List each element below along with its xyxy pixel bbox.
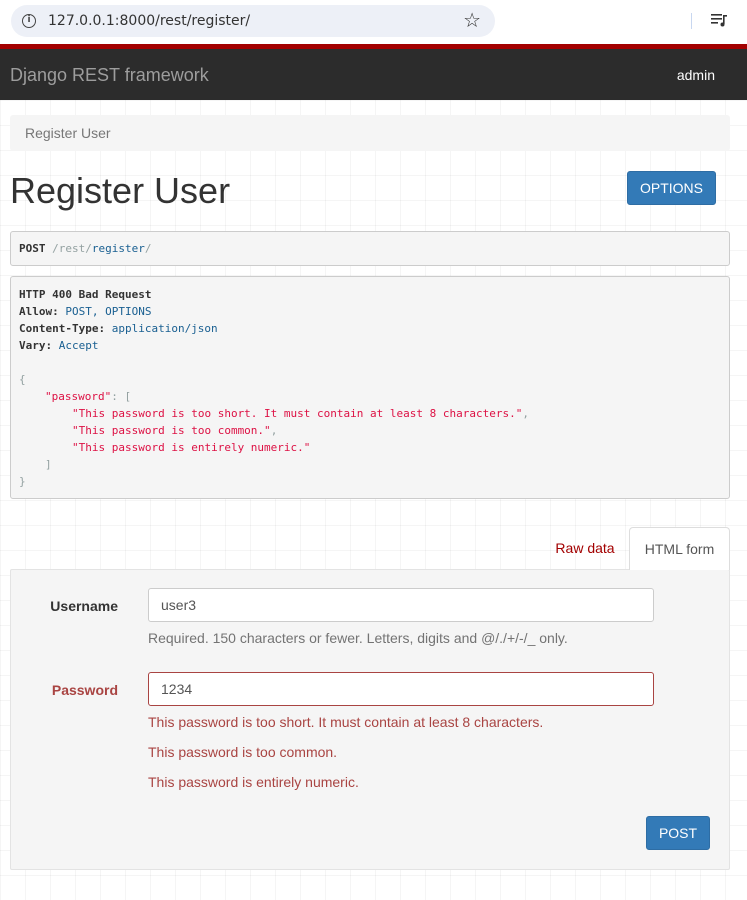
request-info: POST /rest/register/: [10, 231, 730, 266]
navbar: Django REST framework admin: [0, 49, 747, 100]
info-icon[interactable]: i: [22, 14, 36, 28]
response-info: HTTP 400 Bad Request Allow: POST, OPTION…: [10, 276, 730, 499]
request-path-suffix: /: [144, 242, 152, 255]
allow-header-value: POST, OPTIONS: [58, 305, 152, 318]
json-key-separator: : [: [111, 390, 132, 403]
json-comma-2: ,: [270, 424, 278, 437]
user-menu[interactable]: admin: [677, 67, 715, 83]
allow-header-label: Allow:: [19, 305, 59, 318]
username-help-text: Required. 150 characters or fewer. Lette…: [148, 630, 568, 646]
page-title: Register User: [10, 170, 231, 211]
vary-header-label: Vary:: [19, 339, 53, 352]
breadcrumb: Register User: [10, 115, 730, 151]
password-error-2: This password is too common.: [148, 744, 338, 760]
json-close-brace: }: [19, 475, 26, 488]
vary-header-value: Accept: [52, 339, 99, 352]
username-label: Username: [50, 598, 118, 614]
username-input[interactable]: user3: [148, 588, 654, 622]
json-comma-1: ,: [522, 407, 529, 420]
json-error-3: "This password is entirely numeric.": [72, 441, 311, 454]
json-error-1: "This password is too short. It must con…: [72, 407, 523, 420]
password-error-1: This password is too short. It must cont…: [148, 714, 544, 730]
password-input[interactable]: 1234: [148, 672, 654, 706]
request-path-link[interactable]: register: [92, 242, 145, 255]
navbar-brand[interactable]: Django REST framework: [10, 65, 209, 86]
json-open-brace: {: [19, 373, 26, 386]
post-button[interactable]: POST: [646, 816, 710, 850]
json-password-key: "password": [45, 390, 112, 403]
password-label: Password: [51, 682, 118, 698]
options-button[interactable]: OPTIONS: [627, 171, 716, 205]
tab-html-form[interactable]: HTML form: [629, 527, 730, 570]
playlist-icon[interactable]: [710, 12, 728, 28]
browser-toolbar: i 127.0.0.1:8000/rest/register/ ☆: [0, 0, 747, 44]
breadcrumb-current: Register User: [25, 125, 111, 141]
request-path-prefix: /rest/: [45, 242, 92, 255]
response-status: HTTP 400 Bad Request: [19, 288, 152, 301]
json-close-bracket: ]: [45, 458, 52, 471]
password-error-3: This password is entirely numeric.: [148, 774, 359, 790]
toolbar-divider: [691, 13, 692, 29]
content-type-header-label: Content-Type:: [19, 322, 106, 335]
url-text[interactable]: 127.0.0.1:8000/rest/register/: [48, 13, 250, 29]
tab-raw-data[interactable]: Raw data: [543, 527, 627, 569]
address-bar[interactable]: i 127.0.0.1:8000/rest/register/ ☆: [11, 5, 495, 37]
content-type-header-value: application/json: [105, 322, 218, 335]
json-error-2: "This password is too common.": [72, 424, 271, 437]
star-icon[interactable]: ☆: [463, 9, 481, 31]
request-method: POST: [19, 242, 46, 255]
